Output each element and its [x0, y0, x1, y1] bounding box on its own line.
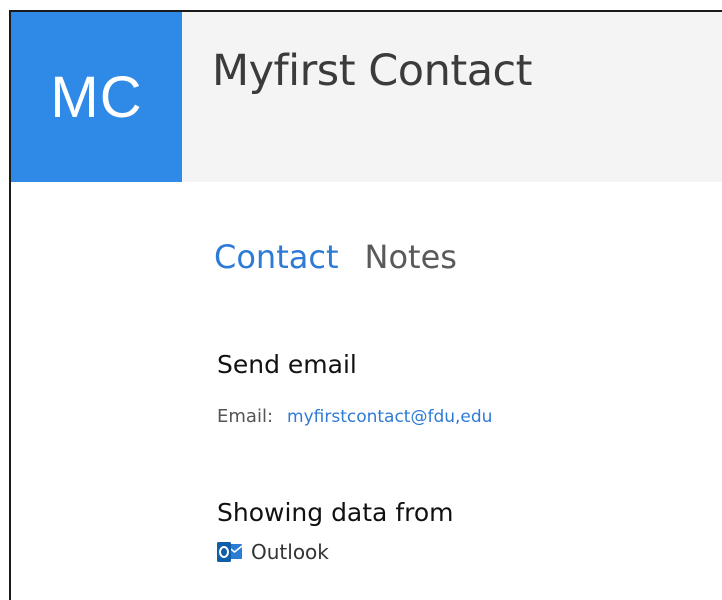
- tab-notes[interactable]: Notes: [365, 238, 457, 276]
- contact-header: MC Myfirst Contact: [11, 12, 722, 182]
- contact-name: Myfirst Contact: [212, 46, 533, 96]
- email-row: Email: myfirstcontact@fdu,edu: [217, 406, 492, 427]
- email-link[interactable]: myfirstcontact@fdu,edu: [287, 407, 492, 427]
- outlook-icon: [217, 541, 243, 563]
- send-email-heading: Send email: [217, 350, 357, 379]
- source-label: Outlook: [251, 540, 329, 564]
- tab-bar: Contact Notes: [214, 238, 457, 276]
- tab-contact[interactable]: Contact: [214, 238, 339, 276]
- showing-data-heading: Showing data from: [217, 498, 454, 527]
- email-label: Email:: [217, 406, 274, 427]
- avatar-initials: MC: [50, 64, 143, 130]
- data-source: Outlook: [217, 540, 329, 564]
- contact-card: MC Myfirst Contact Contact Notes Send em…: [9, 10, 722, 600]
- avatar: MC: [11, 12, 182, 182]
